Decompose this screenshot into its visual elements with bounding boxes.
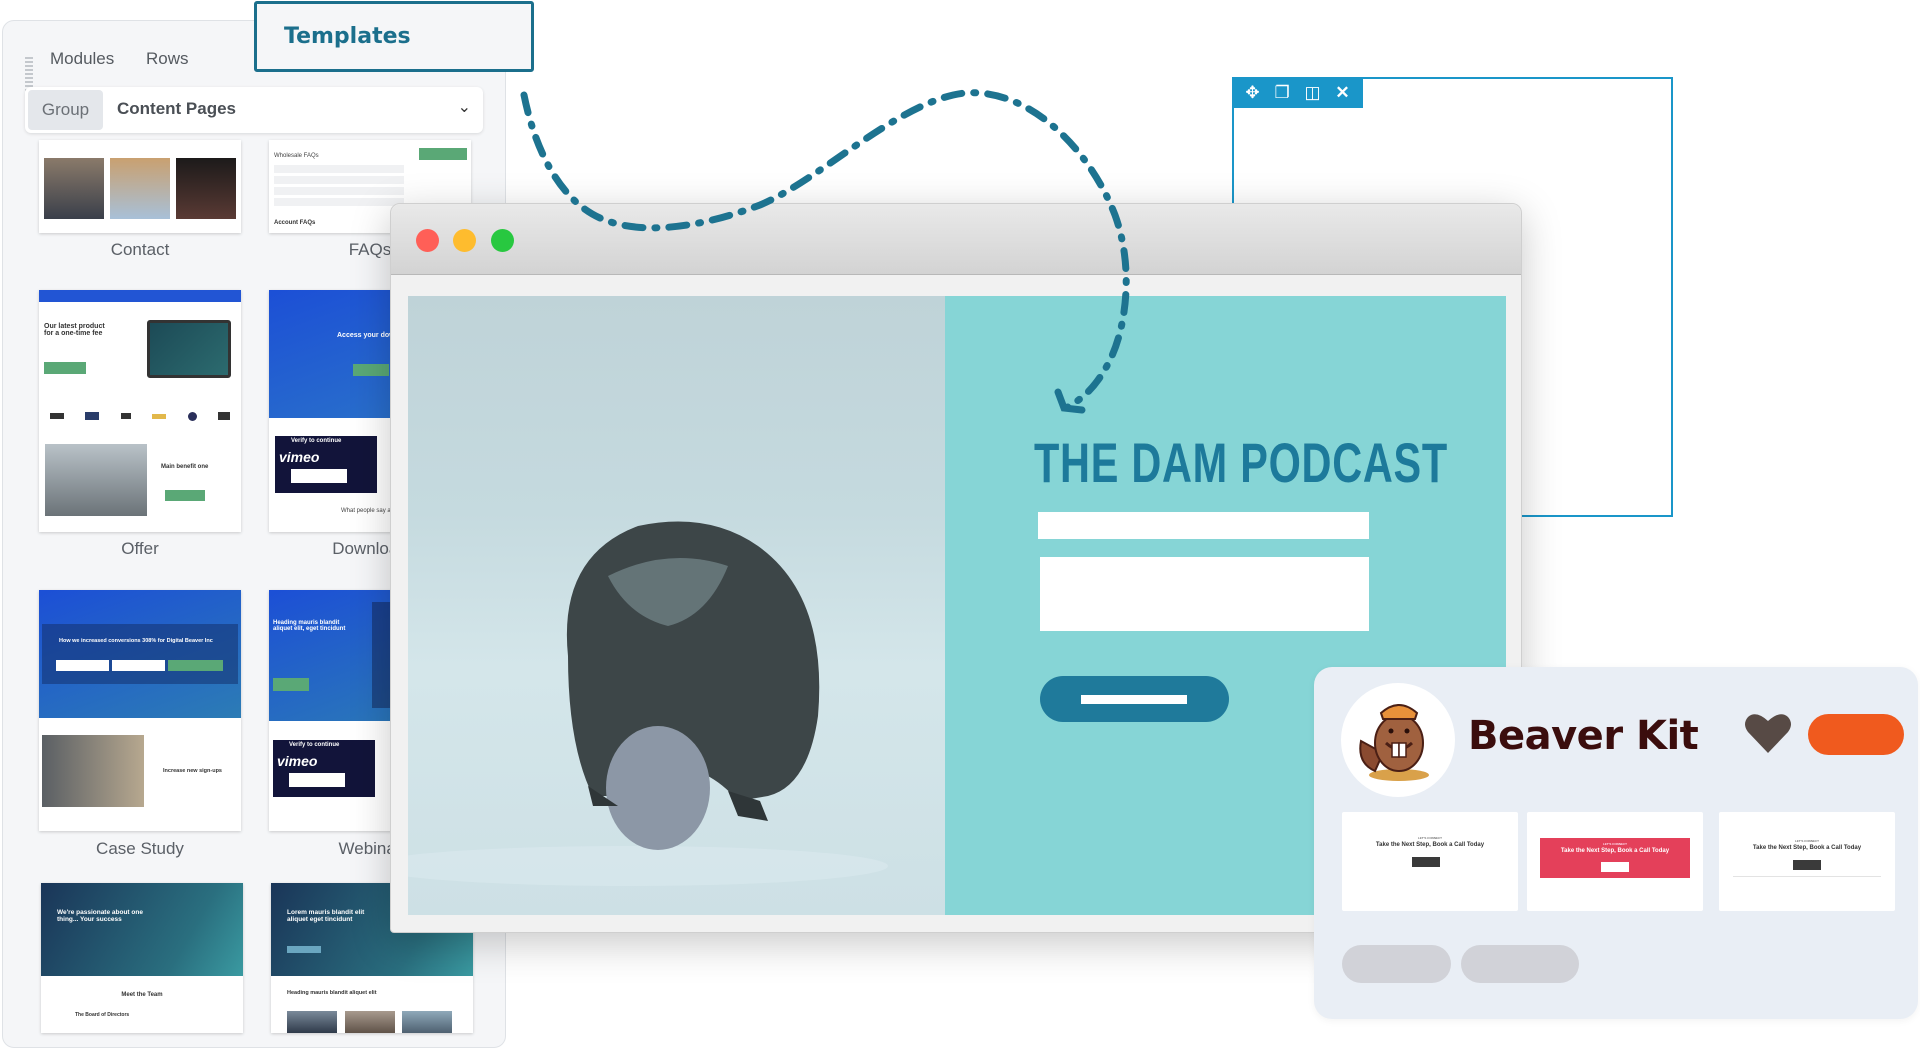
- person-photo: [44, 158, 104, 219]
- preview-heading: Take the Next Step, Book a Call Today: [1375, 842, 1485, 848]
- group-select-value: Content Pages: [117, 99, 237, 118]
- thumb-heading: Our latest product for a one-time fee: [44, 323, 105, 337]
- thumb-heading: How we increased conversions 308% for Di…: [59, 638, 213, 644]
- preview-eyebrow: LET'S CONNECT: [1417, 836, 1443, 840]
- preview-eyebrow: LET'S CONNECT: [1794, 839, 1820, 843]
- preview-heading: Take the Next Step, Book a Call Today: [1560, 848, 1670, 854]
- vimeo-embed: Verify to continue vimeo: [275, 436, 377, 493]
- laptop-image: [147, 320, 231, 378]
- kit-cta-button[interactable]: [1808, 714, 1904, 755]
- thumb-button: [353, 364, 389, 376]
- beaver-photo: [408, 296, 945, 915]
- tab-modules[interactable]: Modules: [50, 49, 114, 69]
- thumb-form-band: How we increased conversions 308% for Di…: [42, 624, 238, 684]
- group-select[interactable]: Group Content Pages ⌄: [25, 87, 483, 133]
- thumb-photo: [402, 1011, 452, 1033]
- divider: [1733, 876, 1881, 877]
- browser-titlebar: [391, 204, 1521, 275]
- thumb-text: The Board of Directors: [75, 1012, 130, 1018]
- template-label: Case Study: [96, 839, 184, 858]
- move-icon[interactable]: ✥: [1245, 83, 1259, 103]
- close-icon[interactable]: ✕: [1335, 83, 1349, 103]
- captcha-box: [291, 469, 347, 483]
- vimeo-logo: vimeo: [279, 449, 320, 465]
- tag-pill[interactable]: [1461, 945, 1579, 983]
- beaver-kit-card: Beaver Kit LET'S CONNECT Take the Next S…: [1314, 667, 1918, 1019]
- kit-title: Beaver Kit: [1468, 713, 1699, 759]
- thumb-heading: Heading mauris blandit aliquet elit, ege…: [273, 620, 346, 632]
- kit-preview[interactable]: LET'S CONNECT Take the Next Step, Book a…: [1719, 812, 1895, 911]
- thumb-heading: Lorem mauris blandit elit aliquet eget t…: [287, 909, 365, 923]
- thumb-heading: Account FAQs: [274, 220, 316, 226]
- preview-eyebrow: LET'S CONNECT: [1602, 842, 1628, 846]
- tab-rows[interactable]: Rows: [146, 49, 189, 69]
- preview-heading: Take the Next Step, Book a Call Today: [1752, 845, 1862, 851]
- thumb-button: [44, 362, 86, 374]
- vimeo-logo: vimeo: [277, 753, 318, 769]
- submit-button[interactable]: [1040, 676, 1229, 722]
- preview-band: LET'S CONNECT Take the Next Step, Book a…: [1540, 838, 1690, 878]
- thumb-heading: Wholesale FAQs: [274, 153, 319, 159]
- duplicate-icon[interactable]: ❐: [1274, 83, 1289, 103]
- template-thumb-contact[interactable]: [39, 140, 241, 233]
- minimize-window-button[interactable]: [453, 229, 476, 252]
- person-photo: [176, 158, 236, 219]
- message-field[interactable]: [1040, 557, 1369, 631]
- preview-button: [1793, 860, 1821, 870]
- beaver-mascot-icon: [1359, 704, 1429, 781]
- name-field[interactable]: [1038, 512, 1369, 539]
- columns-icon[interactable]: ◫: [1304, 83, 1320, 103]
- vimeo-embed: Verify to continue vimeo: [273, 740, 375, 797]
- tab-templates-label: Templates: [284, 24, 411, 49]
- template-thumb-offer[interactable]: Our latest product for a one-time fee Ma…: [39, 290, 241, 532]
- thumb-photo: [42, 735, 144, 807]
- template-label: Contact: [110, 240, 170, 259]
- thumb-hero: [41, 883, 243, 976]
- close-window-button[interactable]: [416, 229, 439, 252]
- template-thumb-case-study[interactable]: How we increased conversions 308% for Di…: [39, 590, 241, 831]
- thumb-button: [273, 678, 309, 691]
- thumb-button: [165, 490, 205, 501]
- beaver-logo-avatar: [1341, 683, 1455, 797]
- thumb-heading: Heading mauris blandit aliquet elit: [287, 990, 377, 996]
- button-label-placeholder: [1081, 695, 1187, 704]
- logo-row: [39, 410, 241, 422]
- template-thumb-about[interactable]: We're passionate about one thing... Your…: [41, 883, 243, 1033]
- heart-icon[interactable]: [1744, 712, 1792, 754]
- preview-button: [1601, 862, 1629, 872]
- kit-preview[interactable]: LET'S CONNECT Take the Next Step, Book a…: [1342, 812, 1518, 911]
- thumb-heading: Verify to continue: [291, 438, 342, 444]
- kit-preview[interactable]: LET'S CONNECT Take the Next Step, Book a…: [1527, 812, 1703, 911]
- tab-templates[interactable]: Templates: [254, 1, 534, 72]
- row-toolbar: ✥ ❐ ◫ ✕: [1232, 77, 1363, 108]
- person-photo: [110, 158, 170, 219]
- thumb-heading: Verify to continue: [289, 742, 340, 748]
- thumb-banner: [39, 290, 241, 302]
- template-label: Offer: [121, 539, 159, 558]
- thumb-photo: [45, 444, 147, 516]
- page-title: THE DAM PODCAST: [1034, 431, 1448, 494]
- preview-button: [1412, 857, 1440, 867]
- thumb-button: [287, 946, 321, 953]
- captcha-box: [289, 773, 345, 787]
- beaver-illustration: [408, 521, 888, 886]
- thumb-heading: Main benefit one: [161, 464, 209, 470]
- maximize-window-button[interactable]: [491, 229, 514, 252]
- chevron-down-icon: ⌄: [457, 99, 471, 116]
- thumb-heading: Meet the Team: [121, 992, 163, 998]
- tag-pill[interactable]: [1342, 945, 1451, 983]
- group-label: Group: [28, 90, 103, 130]
- thumb-photo: [287, 1011, 337, 1033]
- thumb-photo: [345, 1011, 395, 1033]
- thumb-heading: Increase new sign-ups: [163, 768, 222, 774]
- thumb-button: [419, 148, 467, 160]
- faq-list: [274, 165, 404, 209]
- thumb-heading: We're passionate about one thing... Your…: [57, 909, 143, 923]
